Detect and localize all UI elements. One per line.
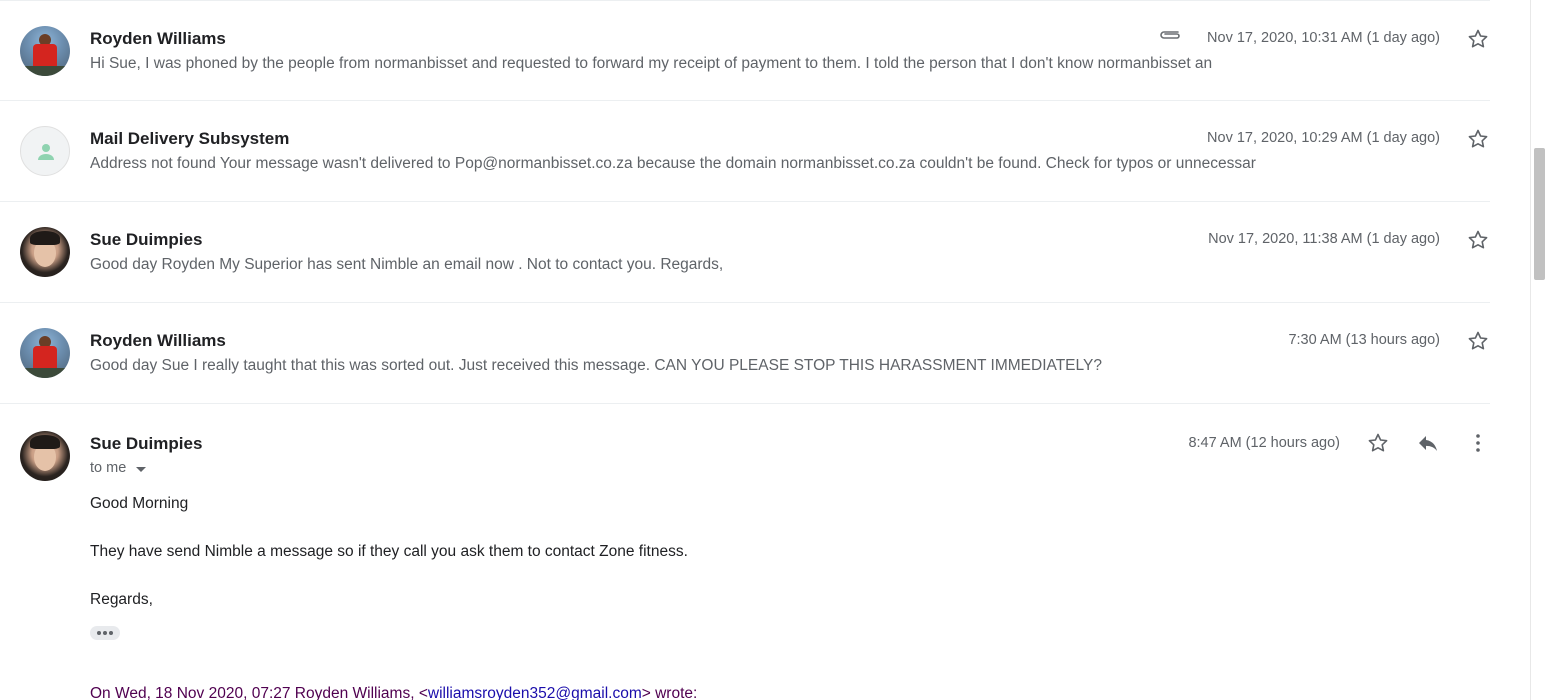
body-greeting: Good Morning bbox=[90, 495, 189, 512]
ellipsis-dot bbox=[97, 631, 101, 635]
attachment-icon bbox=[1160, 31, 1180, 39]
sender-name: Sue Duimpies bbox=[90, 434, 203, 453]
collapsed-message[interactable]: Royden Williams Good day Sue I really ta… bbox=[0, 303, 1490, 404]
reply-icon[interactable] bbox=[1416, 431, 1440, 455]
caret-down-icon bbox=[136, 466, 147, 472]
body-signoff: Regards, bbox=[90, 591, 153, 608]
avatar bbox=[20, 26, 70, 76]
sender-name: Mail Delivery Subsystem bbox=[90, 129, 290, 148]
sender-name: Sue Duimpies bbox=[90, 230, 203, 249]
message-date: 7:30 AM (13 hours ago) bbox=[1288, 332, 1440, 348]
expanded-message: Sue Duimpies to me 8:47 AM (12 hours ago… bbox=[0, 406, 1490, 700]
sender-name: Royden Williams bbox=[90, 331, 226, 350]
message-date: Nov 17, 2020, 10:29 AM (1 day ago) bbox=[1207, 130, 1440, 146]
quoted-email-link[interactable]: williamsroyden352@gmail.com bbox=[428, 685, 642, 700]
star-icon[interactable] bbox=[1466, 127, 1490, 151]
star-icon[interactable] bbox=[1366, 431, 1390, 455]
message-snippet: Hi Sue, I was phoned by the people from … bbox=[90, 55, 1213, 72]
avatar-photo-shirt bbox=[33, 44, 57, 68]
quoted-header: On Wed, 18 Nov 2020, 07:27 Royden Willia… bbox=[90, 685, 697, 700]
avatar-photo-hair bbox=[30, 231, 60, 245]
avatar bbox=[20, 227, 70, 277]
avatar bbox=[20, 126, 70, 176]
collapsed-message[interactable]: Sue Duimpies Good day Royden My Superior… bbox=[0, 202, 1490, 303]
message-date: Nov 17, 2020, 11:38 AM (1 day ago) bbox=[1208, 231, 1440, 247]
scrollbar-thumb[interactable] bbox=[1534, 148, 1545, 280]
star-icon[interactable] bbox=[1466, 228, 1490, 252]
avatar bbox=[20, 431, 70, 481]
avatar-photo-background bbox=[20, 66, 70, 76]
star-icon[interactable] bbox=[1466, 27, 1490, 51]
collapsed-message[interactable]: Mail Delivery Subsystem Address not foun… bbox=[0, 101, 1490, 202]
quote-prefix: On Wed, 18 Nov 2020, 07:27 Royden Willia… bbox=[90, 685, 428, 700]
ellipsis-dot bbox=[109, 631, 113, 635]
message-snippet: Good day Royden My Superior has sent Nim… bbox=[90, 256, 724, 273]
avatar-photo-background bbox=[20, 368, 70, 378]
message-snippet: Good day Sue I really taught that this w… bbox=[90, 357, 1102, 374]
ellipsis-dot bbox=[103, 631, 107, 635]
avatar bbox=[20, 328, 70, 378]
message-snippet: Address not found Your message wasn't de… bbox=[90, 155, 1256, 172]
avatar-photo-hair bbox=[30, 435, 60, 449]
star-icon[interactable] bbox=[1466, 329, 1490, 353]
vertical-scrollbar[interactable] bbox=[1530, 0, 1547, 700]
sender-name: Royden Williams bbox=[90, 29, 226, 48]
person-icon bbox=[38, 144, 54, 160]
recipient-details-toggle[interactable]: to me bbox=[90, 460, 147, 476]
body-paragraph: They have send Nimble a message so if th… bbox=[90, 543, 688, 560]
quote-suffix: > wrote: bbox=[641, 685, 698, 700]
show-trimmed-content-button[interactable] bbox=[90, 626, 120, 640]
message-date: Nov 17, 2020, 10:31 AM (1 day ago) bbox=[1207, 30, 1440, 46]
more-options-icon[interactable] bbox=[1466, 431, 1490, 455]
email-thread: Royden Williams Hi Sue, I was phoned by … bbox=[0, 0, 1490, 404]
recipient-label: to me bbox=[90, 460, 127, 476]
collapsed-message[interactable]: Royden Williams Hi Sue, I was phoned by … bbox=[0, 0, 1490, 101]
avatar-photo-shirt bbox=[33, 346, 57, 370]
message-date: 8:47 AM (12 hours ago) bbox=[1188, 435, 1340, 451]
